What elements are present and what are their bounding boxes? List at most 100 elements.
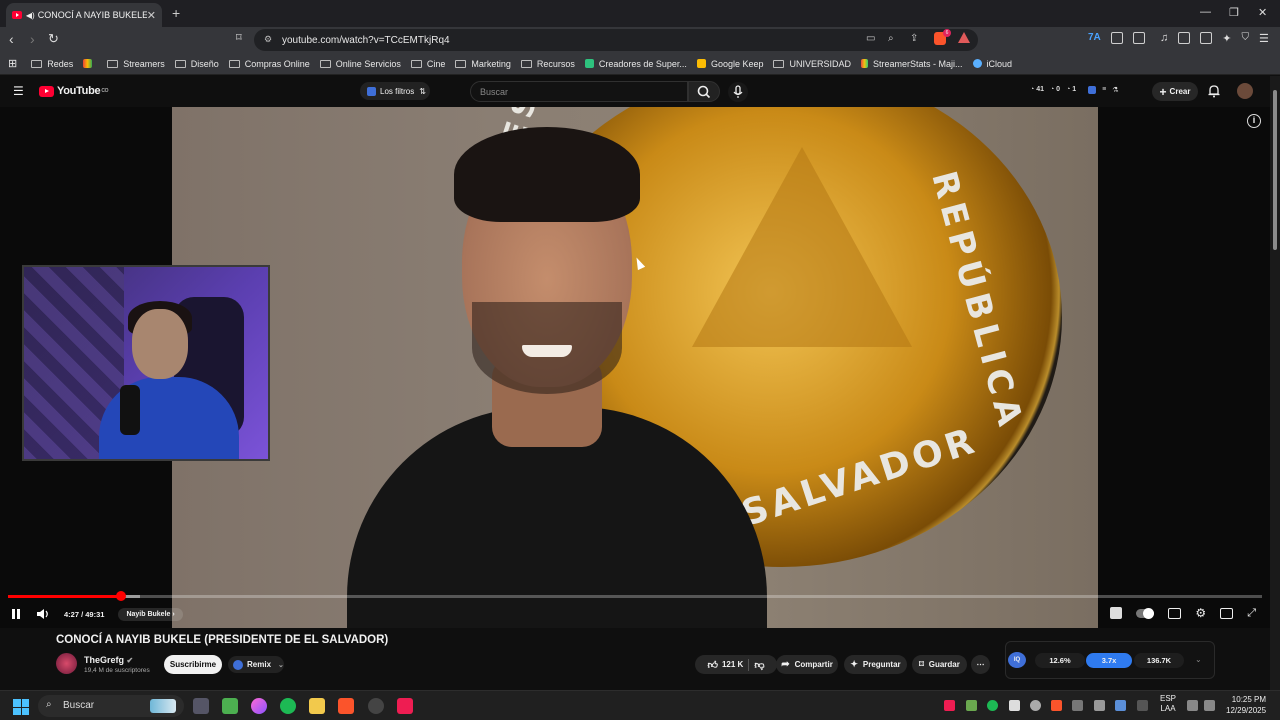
info-icon[interactable]: i: [1247, 114, 1261, 128]
sidebar-icon[interactable]: [1178, 32, 1191, 44]
share-icon[interactable]: ⇪: [910, 33, 918, 44]
create-button[interactable]: + Crear: [1152, 82, 1198, 101]
site-info-icon[interactable]: ⚙: [264, 34, 272, 45]
lab-icon[interactable]: ⚗: [1112, 86, 1118, 94]
search-input[interactable]: Buscar: [470, 81, 688, 102]
bookmark-gmail[interactable]: [83, 59, 97, 68]
settings-icon[interactable]: ⚙: [1195, 606, 1206, 620]
wallet-icon[interactable]: [1200, 32, 1213, 44]
bookmark-google-keep[interactable]: Google Keep: [696, 59, 763, 69]
remix-button[interactable]: Remix ⌄: [228, 656, 284, 673]
extension-stats[interactable]: ◔ 41 ◔ 0 ◔ 1 ≡ ⚗: [1030, 86, 1119, 94]
task-view-icon[interactable]: [193, 698, 209, 714]
extension-player-icon[interactable]: [1110, 607, 1123, 619]
iq-expand-icon[interactable]: ⌄: [1195, 655, 1202, 664]
speaker-icon[interactable]: [1204, 700, 1215, 711]
list-icon[interactable]: ≡: [1102, 86, 1106, 94]
progress-bar[interactable]: [8, 591, 1262, 601]
browser-tab-active[interactable]: ◀) CONOCÍ A NAYIB BUKELE (PR ✕: [6, 3, 162, 27]
leo-ai-icon[interactable]: ✦: [1222, 32, 1231, 45]
page-scrollbar[interactable]: [1270, 76, 1280, 690]
subscribe-button[interactable]: Suscribirme: [164, 655, 222, 674]
translate-extension-icon[interactable]: 7A: [1088, 32, 1101, 44]
tray-nvidia-icon[interactable]: [966, 700, 977, 711]
like-button[interactable]: 👍︎ 121 K: [708, 659, 744, 671]
obs-icon[interactable]: [368, 698, 384, 714]
minimize-icon[interactable]: —: [1200, 6, 1211, 18]
fullscreen-icon[interactable]: ⤢: [1247, 607, 1256, 620]
search-button[interactable]: [688, 81, 720, 102]
spotify-icon[interactable]: [280, 698, 296, 714]
close-tab-icon[interactable]: ✕: [147, 9, 156, 22]
tray-obs-icon[interactable]: [1030, 700, 1041, 711]
notifications-button[interactable]: [1207, 84, 1221, 98]
ask-button[interactable]: ✦ Preguntar: [844, 655, 907, 674]
network-icon[interactable]: [1187, 700, 1198, 711]
system-clock[interactable]: 10:25 PM 12/29/2025: [1226, 694, 1266, 716]
input-language[interactable]: ESP LAA: [1160, 694, 1176, 714]
screenshot-extension-icon[interactable]: [1132, 32, 1145, 44]
save-button[interactable]: ⌑ Guardar: [912, 655, 967, 674]
filters-button[interactable]: Los filtros ⇅: [360, 82, 430, 100]
tray-spotify-icon[interactable]: [987, 700, 998, 711]
tray-app-icon[interactable]: [1009, 700, 1020, 711]
more-actions-button[interactable]: ⋯: [971, 655, 990, 674]
media-controls-icon[interactable]: ♫: [1160, 32, 1168, 45]
forward-icon[interactable]: ›: [30, 31, 35, 47]
channel-avatar[interactable]: [56, 653, 77, 674]
bookmark-creadores[interactable]: Creadores de Super...: [584, 59, 687, 69]
bookmark-streamers[interactable]: Streamers: [107, 59, 165, 69]
extension-badge-icon[interactable]: [1088, 86, 1097, 94]
menu-icon[interactable]: ☰: [1259, 32, 1269, 45]
brave-rewards-icon[interactable]: [958, 32, 970, 43]
tray-steam-icon[interactable]: [1115, 700, 1126, 711]
volume-icon[interactable]: [36, 608, 50, 620]
tray-controller-icon[interactable]: [1072, 700, 1083, 711]
account-avatar[interactable]: [1237, 83, 1253, 99]
bookmark-diseno[interactable]: Diseño: [174, 59, 219, 69]
bookmark-streamerstats[interactable]: StreamerStats - Maji...: [861, 59, 963, 69]
zoom-icon[interactable]: ⌕: [888, 33, 894, 44]
channel-name[interactable]: TheGrefg ✔: [84, 655, 133, 665]
audio-playing-icon[interactable]: ◀): [26, 11, 35, 20]
bookmark-recursos[interactable]: Recursos: [520, 59, 575, 69]
tiktok-icon[interactable]: [397, 698, 413, 714]
windows-start-icon[interactable]: [13, 699, 29, 715]
autoplay-toggle[interactable]: [1136, 607, 1155, 619]
scrubber-handle[interactable]: [115, 591, 126, 601]
share-button[interactable]: ➦ Compartir: [776, 655, 838, 674]
bookmark-compras-online[interactable]: Compras Online: [228, 59, 310, 69]
reload-icon[interactable]: ↻: [48, 31, 59, 47]
pause-icon[interactable]: [10, 608, 22, 620]
brave-browser-icon[interactable]: [338, 698, 354, 714]
bookmark-online-servicios[interactable]: Online Servicios: [319, 59, 401, 69]
extensions-icon[interactable]: [1110, 32, 1123, 44]
taskbar-search[interactable]: ⌕ Buscar: [38, 695, 184, 717]
restore-icon[interactable]: ❐: [1229, 6, 1239, 19]
bookmark-icloud[interactable]: iCloud: [972, 59, 1012, 69]
apps-grid-icon[interactable]: ⊞: [8, 57, 17, 70]
tray-bug-icon[interactable]: [1094, 700, 1105, 711]
voice-search-button[interactable]: [728, 82, 748, 102]
scrollbar-thumb[interactable]: [1273, 90, 1277, 250]
back-icon[interactable]: ‹: [9, 31, 14, 47]
bookmark-icon[interactable]: ⌑: [236, 31, 242, 44]
minecraft-icon[interactable]: [222, 698, 238, 714]
bookmark-cine[interactable]: Cine: [410, 59, 445, 69]
address-bar[interactable]: ⚙ youtube.com/watch?v=TCcEMTkjRq4 ▭ ⌕ ⇪ …: [254, 29, 978, 51]
iq-badge-icon[interactable]: IQ: [1008, 652, 1026, 668]
subtitles-icon[interactable]: [1168, 607, 1182, 619]
thumbs-down-icon[interactable]: 👎︎: [754, 659, 764, 671]
file-explorer-icon[interactable]: [309, 698, 325, 714]
bookmark-marketing[interactable]: Marketing: [455, 59, 511, 69]
tray-tiktok-icon[interactable]: [944, 700, 955, 711]
chapter-button[interactable]: Nayib Bukele ›: [118, 607, 183, 621]
youtube-logo[interactable]: YouTube CO: [39, 85, 109, 97]
miniplayer-icon[interactable]: [1220, 607, 1234, 619]
tray-mic-icon[interactable]: [1137, 700, 1148, 711]
cast-icon[interactable]: ▭: [866, 33, 875, 44]
video-player[interactable]: PRESIDE REPÚBLICA SALVADOR i 4:27 / 49:3…: [0, 107, 1270, 628]
bookmark-universidad[interactable]: UNIVERSIDAD: [773, 59, 851, 69]
vpn-icon[interactable]: ⛉: [1241, 32, 1249, 45]
guide-menu-icon[interactable]: ☰: [13, 84, 24, 98]
